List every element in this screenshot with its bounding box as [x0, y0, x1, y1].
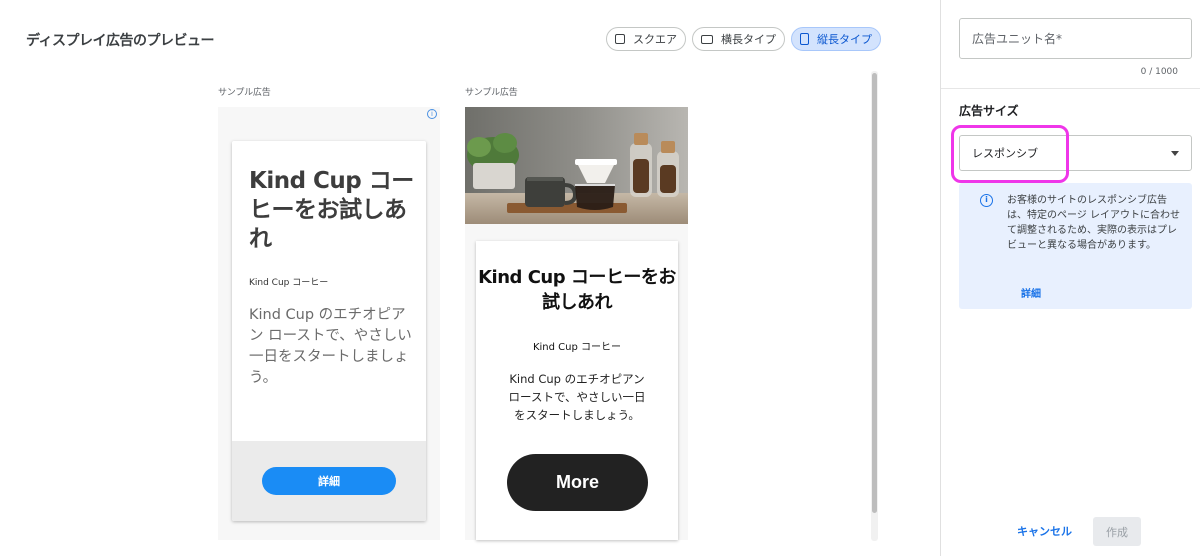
ad1-footer: 詳細 — [232, 441, 426, 521]
ad2-headline: Kind Cup コーヒーをお試しあれ — [478, 267, 676, 313]
ad2-brand: Kind Cup コーヒー — [532, 342, 622, 353]
ad1-card: Kind Cup コーヒーをお試しあれ Kind Cup コーヒー Kind C… — [232, 141, 426, 521]
info-text: お客様のサイトのレスポンシブ広告は、特定のページ レイアウトに合わせて調整される… — [1007, 195, 1180, 251]
format-toggle-group: スクエア 横長タイプ 縦長タイプ — [606, 27, 881, 51]
square-icon — [615, 34, 625, 44]
chevron-down-icon — [1171, 150, 1179, 156]
ad-size-label: 広告サイズ — [959, 104, 1019, 118]
toggle-portrait[interactable]: 縦長タイプ — [791, 27, 881, 51]
preview-scrollbar-thumb[interactable] — [872, 73, 877, 513]
ad2-description: Kind Cup のエチオピアン ローストで、やさしい一日をスタートしましょう。 — [508, 372, 646, 422]
ad-size-select-value: レスポンシブ — [972, 147, 1038, 160]
toggle-square-label: スクエア — [633, 33, 677, 46]
divider — [941, 88, 1200, 89]
create-button[interactable]: 作成 — [1093, 517, 1141, 546]
portrait-icon — [800, 33, 809, 45]
ad2-card: Kind Cup コーヒーをお試しあれ Kind Cup コーヒー Kind C… — [476, 241, 678, 540]
cancel-button[interactable]: キャンセル — [1009, 517, 1080, 545]
ad-preview-text: i Kind Cup コーヒーをお試しあれ Kind Cup コーヒー Kind… — [218, 107, 440, 540]
ad-unit-settings-panel: 0 / 1000 広告サイズ レスポンシブ i お客様のサイトのレスポンシブ広告… — [940, 0, 1200, 556]
info-icon: i — [980, 194, 993, 207]
landscape-icon — [701, 34, 713, 44]
name-char-counter: 0 / 1000 — [1140, 67, 1178, 77]
ad1-brand: Kind Cup コーヒー — [249, 278, 329, 288]
toggle-portrait-label: 縦長タイプ — [817, 33, 872, 46]
ad-size-select[interactable]: レスポンシブ — [959, 135, 1192, 171]
toggle-landscape[interactable]: 横長タイプ — [692, 27, 785, 51]
coffee-dripper-photo — [465, 107, 688, 224]
ad1-description: Kind Cup のエチオピアン ローストで、やさしい一日をスタートしましょう。 — [249, 307, 412, 386]
info-details-link[interactable]: 詳細 — [1021, 285, 1041, 300]
ad1-headline: Kind Cup コーヒーをお試しあれ — [249, 168, 414, 252]
ad2-sample-label: サンプル広告 — [465, 88, 518, 98]
adchoices-icon[interactable]: i — [427, 109, 437, 119]
ad1-cta-button[interactable]: 詳細 — [262, 467, 396, 495]
ad-preview-image: Kind Cup コーヒーをお試しあれ Kind Cup コーヒー Kind C… — [465, 107, 688, 540]
info-notice: i お客様のサイトのレスポンシブ広告は、特定のページ レイアウトに合わせて調整さ… — [959, 183, 1192, 309]
ad2-cta-button[interactable]: More — [507, 454, 648, 511]
ad1-sample-label: サンプル広告 — [218, 88, 271, 98]
toggle-landscape-label: 横長タイプ — [721, 33, 776, 46]
ad-unit-name-input[interactable] — [959, 18, 1192, 59]
toggle-square[interactable]: スクエア — [606, 27, 686, 51]
page-title: ディスプレイ広告のプレビュー — [26, 33, 215, 49]
preview-scrollbar[interactable] — [871, 71, 878, 541]
